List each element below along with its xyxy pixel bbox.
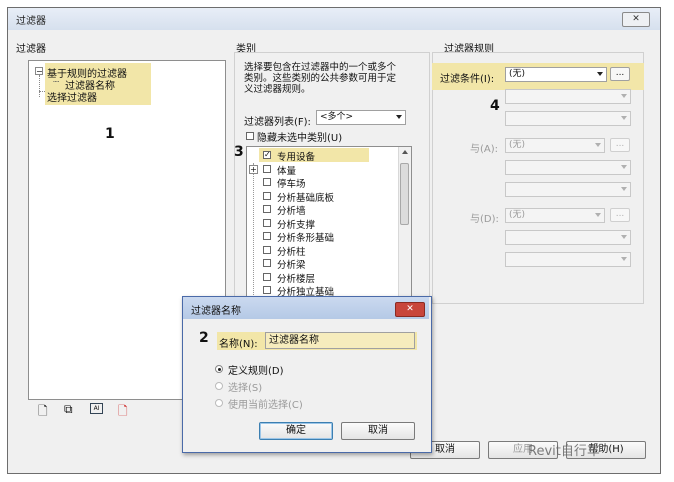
- and2-select[interactable]: (无): [505, 208, 605, 223]
- dialog-titlebar: 过滤器名称 ✕: [183, 297, 429, 319]
- category-item-label[interactable]: 分析支撑: [277, 217, 315, 231]
- ok-button[interactable]: 确定: [259, 422, 333, 440]
- category-item-label[interactable]: 分析楼层: [277, 271, 315, 285]
- filter-name-dialog: 过滤器名称 ✕ 2 名称(N): 过滤器名称 定义规则(D) 选择(S) 使用当…: [182, 296, 432, 453]
- scroll-thumb[interactable]: [400, 163, 409, 225]
- rule2-value-select[interactable]: [505, 182, 631, 197]
- delete-icon[interactable]: 🗋: [118, 402, 128, 423]
- category-list[interactable]: + ✓ 专用设备 体量 停车场 分析基础底板 分析墙 分析支撑 分析条形基础 分析柱 分析梁 分析楼…: [246, 146, 412, 300]
- rename-icon[interactable]: AI: [90, 403, 103, 414]
- chevron-down-icon: [597, 72, 603, 76]
- category-checkbox[interactable]: [263, 245, 271, 254]
- collapse-toggle-icon[interactable]: −: [35, 67, 43, 76]
- category-checkbox[interactable]: [263, 164, 271, 173]
- chevron-down-icon: [621, 165, 627, 169]
- duplicate-icon[interactable]: ⧉: [64, 402, 73, 417]
- watermark: Revit自行车: [528, 444, 600, 459]
- filter-list-select[interactable]: <多个>: [316, 110, 406, 125]
- category-checkbox[interactable]: [263, 205, 271, 213]
- use-current-radio[interactable]: [215, 399, 223, 407]
- annotation-1: 1: [105, 126, 115, 142]
- and1-more-button[interactable]: ...: [610, 138, 630, 152]
- and2-label: 与(D):: [470, 214, 499, 225]
- category-item-label[interactable]: 分析条形基础: [277, 230, 334, 244]
- category-item-label[interactable]: 分析基础底板: [277, 190, 334, 204]
- annotation-3: 3: [234, 144, 244, 160]
- expand-toggle-icon[interactable]: +: [249, 165, 258, 174]
- category-checkbox[interactable]: [263, 286, 271, 294]
- window-title: 过滤器: [16, 16, 46, 27]
- filter-list-label: 过滤器列表(F):: [244, 117, 311, 128]
- category-checkbox[interactable]: [263, 272, 271, 281]
- annotation-4: 4: [490, 98, 500, 114]
- name-input[interactable]: 过滤器名称: [265, 332, 415, 349]
- rule2-operator-select[interactable]: [505, 160, 631, 175]
- dialog-close-button[interactable]: ✕: [395, 302, 425, 317]
- category-item-label[interactable]: 分析柱: [277, 244, 306, 258]
- and2-more-button[interactable]: ...: [610, 208, 630, 222]
- category-item-label[interactable]: 专用设备: [277, 149, 315, 163]
- tree-connector: ┈: [53, 77, 60, 88]
- filter-by-select[interactable]: (无): [505, 67, 607, 82]
- rule1-operator-select[interactable]: [505, 89, 631, 104]
- dialog-title: 过滤器名称: [191, 306, 241, 317]
- and1-value: (无): [509, 140, 526, 150]
- new-filter-icon[interactable]: 🗋: [38, 402, 48, 423]
- category-item-label[interactable]: 分析墙: [277, 203, 306, 217]
- tree-line: [253, 163, 255, 299]
- window-titlebar: 过滤器 ✕: [8, 8, 660, 30]
- chevron-down-icon: [595, 213, 601, 217]
- select-radio[interactable]: [215, 382, 223, 390]
- window-close-button[interactable]: ✕: [622, 12, 650, 27]
- category-checkbox[interactable]: ✓: [263, 151, 271, 159]
- define-rules-label: 定义规则(D): [228, 366, 284, 377]
- category-checkbox[interactable]: [263, 218, 271, 227]
- category-checkbox[interactable]: [263, 232, 271, 240]
- and1-label: 与(A):: [470, 144, 499, 155]
- hide-unchecked-label: 隐藏未选中类别(U): [257, 133, 343, 144]
- filter-by-more-button[interactable]: ...: [610, 67, 630, 81]
- filter-list-value: <多个>: [320, 112, 354, 122]
- category-checkbox[interactable]: [263, 178, 271, 186]
- tree-line: [39, 75, 41, 97]
- and1-select[interactable]: (无): [505, 138, 605, 153]
- chevron-down-icon: [595, 143, 601, 147]
- hide-unchecked-checkbox[interactable]: [246, 132, 254, 140]
- category-item-label[interactable]: 分析梁: [277, 257, 306, 271]
- category-item-label[interactable]: 体量: [277, 163, 296, 177]
- chevron-down-icon: [396, 115, 402, 119]
- filters-heading: 过滤器: [16, 44, 46, 55]
- dialog-cancel-button[interactable]: 取消: [341, 422, 415, 440]
- define-rules-radio[interactable]: [215, 365, 223, 373]
- category-checkbox[interactable]: [263, 259, 271, 267]
- category-item-label[interactable]: 停车场: [277, 176, 306, 190]
- use-current-label: 使用当前选择(C): [228, 400, 303, 411]
- category-checkbox[interactable]: [263, 191, 271, 200]
- categories-description-3: 义过滤器规则。: [244, 84, 311, 95]
- chevron-down-icon: [621, 187, 627, 191]
- chevron-down-icon: [621, 116, 627, 120]
- category-scrollbar[interactable]: [398, 147, 411, 299]
- chevron-down-icon: [621, 235, 627, 239]
- rule3-value-select[interactable]: [505, 252, 631, 267]
- scroll-up-icon[interactable]: [402, 150, 408, 154]
- and2-value: (无): [509, 210, 526, 220]
- select-label: 选择(S): [228, 383, 263, 394]
- filter-by-value: (无): [509, 69, 526, 79]
- filter-tools-bar: 🗋 ⧉ AI 🗋: [34, 402, 154, 418]
- filter-by-label: 过滤条件(I):: [440, 74, 495, 85]
- chevron-down-icon: [621, 257, 627, 261]
- rule3-operator-select[interactable]: [505, 230, 631, 245]
- rule1-value-select[interactable]: [505, 111, 631, 126]
- annotation-2: 2: [199, 330, 209, 346]
- tree-item-selection[interactable]: 选择过滤器: [47, 89, 97, 104]
- name-label: 名称(N):: [219, 339, 258, 350]
- chevron-down-icon: [621, 94, 627, 98]
